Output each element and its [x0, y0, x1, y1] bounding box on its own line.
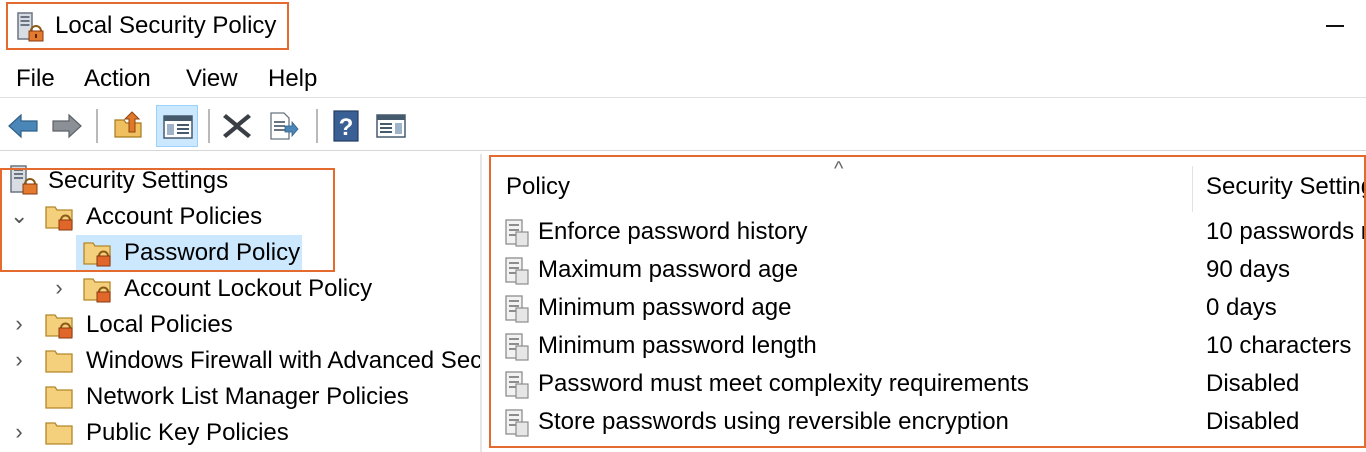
- security-policy-app-icon: [17, 12, 44, 42]
- tree-item-public-key-policies[interactable]: › Public Key Policies: [0, 415, 480, 451]
- folder-icon: [45, 350, 73, 373]
- show-hide-console-tree-button[interactable]: [156, 105, 198, 147]
- tree-item-label: Account Lockout Policy: [124, 275, 373, 302]
- back-button[interactable]: [2, 105, 44, 147]
- chevron-right-icon[interactable]: ›: [10, 419, 28, 445]
- toolbar-separator: [316, 109, 318, 143]
- folder-icon: [45, 422, 73, 445]
- locked-folder-icon: [83, 278, 111, 303]
- show-hide-action-pane-button[interactable]: [370, 105, 412, 147]
- delete-button[interactable]: [216, 105, 258, 147]
- window-title: Local Security Policy: [55, 12, 277, 39]
- tree-item-label: Public Key Policies: [86, 419, 289, 446]
- toolbar-separator: [208, 109, 210, 143]
- delete-icon: [223, 114, 251, 138]
- tree-item-account-lockout-policy[interactable]: › Account Lockout Policy: [0, 271, 480, 307]
- help-icon: ?: [333, 110, 359, 142]
- chevron-right-icon[interactable]: ›: [50, 275, 68, 301]
- export-list-icon: [270, 112, 299, 140]
- menu-bar: File Action View Help: [0, 58, 1366, 98]
- export-list-button[interactable]: [262, 105, 304, 147]
- chevron-right-icon[interactable]: ›: [10, 347, 28, 373]
- menu-action[interactable]: Action: [84, 64, 151, 94]
- show-hide-console-tree-icon: [163, 115, 193, 139]
- list-highlight-box: [489, 155, 1366, 448]
- toolbar-separator: [96, 109, 98, 143]
- tree-item-label: Local Policies: [86, 311, 233, 338]
- folder-icon: [45, 386, 73, 409]
- svg-text:?: ?: [339, 114, 354, 141]
- locked-folder-icon: [45, 314, 73, 339]
- forward-arrow-icon: [52, 113, 82, 139]
- show-hide-action-pane-icon: [376, 114, 406, 138]
- tree-item-local-policies[interactable]: › Local Policies: [0, 307, 480, 343]
- tree-item-label: Network List Manager Policies: [86, 383, 409, 410]
- minimize-button[interactable]: [1318, 8, 1354, 44]
- tree-item-network-list-manager[interactable]: Network List Manager Policies: [0, 379, 480, 415]
- forward-button[interactable]: [46, 105, 88, 147]
- chevron-right-icon[interactable]: ›: [10, 311, 28, 337]
- up-folder-icon: [114, 111, 142, 138]
- tree-highlight-box: [0, 168, 335, 272]
- help-button[interactable]: ?: [326, 105, 368, 147]
- up-one-level-button[interactable]: [108, 105, 150, 147]
- toolbar: ?: [0, 101, 1366, 151]
- back-arrow-icon: [8, 113, 38, 139]
- tree-item-label: Windows Firewall with Advanced Security: [86, 347, 482, 374]
- menu-file[interactable]: File: [16, 64, 55, 94]
- tree-item-windows-firewall[interactable]: › Windows Firewall with Advanced Securit…: [0, 343, 480, 379]
- menu-view[interactable]: View: [186, 64, 238, 94]
- title-bar: Local Security Policy: [0, 0, 1366, 56]
- menu-help[interactable]: Help: [268, 64, 317, 94]
